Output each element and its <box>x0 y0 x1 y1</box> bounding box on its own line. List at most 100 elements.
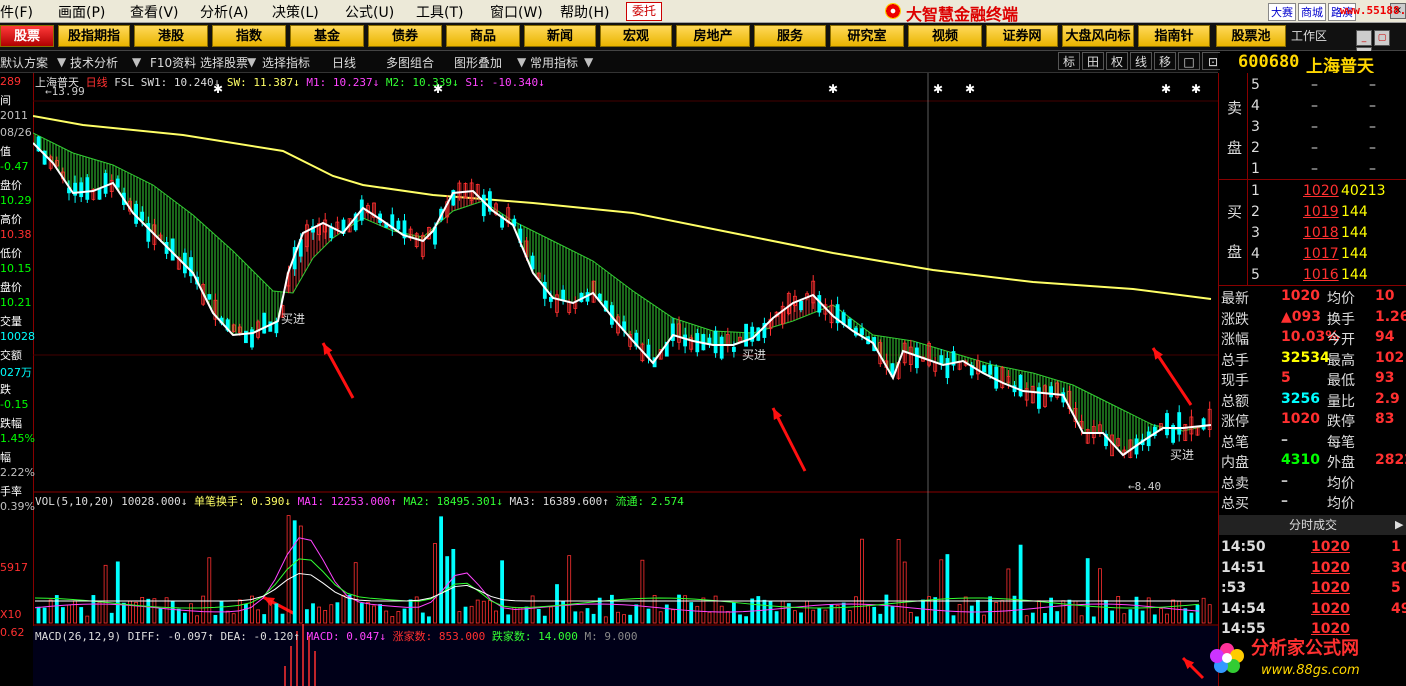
category-tab[interactable]: 股指期指 <box>58 25 130 47</box>
toolbar-item[interactable]: F10资料 <box>150 54 196 71</box>
left-axis-value: 0.39% <box>0 500 35 513</box>
high-price-value: 13.99 <box>51 85 85 98</box>
quick-link[interactable]: 商城 <box>1298 3 1326 21</box>
category-tab[interactable]: 新闻 <box>524 25 596 47</box>
volume-bar <box>1201 597 1206 624</box>
left-axis-value: 289 <box>0 75 21 88</box>
dropdown-arrow-icon[interactable]: ▼ <box>57 55 66 69</box>
left-axis-scale: X10 <box>0 608 22 621</box>
macd-down-count: 跌家数: 14.000 <box>491 630 578 643</box>
expand-arrow-icon[interactable]: ▶ <box>1395 518 1403 531</box>
category-tab[interactable]: 房地产 <box>676 25 750 47</box>
sell-label: 盘 <box>1227 139 1243 157</box>
volume-bar <box>640 559 645 624</box>
menu-item[interactable]: 查看(V) <box>130 2 179 22</box>
volume: 1 <box>1391 539 1401 555</box>
dropdown-arrow-icon[interactable]: ▼ <box>517 55 526 69</box>
label: 现手 <box>1221 373 1249 389</box>
toolbar-item[interactable]: 选择指标 <box>262 54 310 71</box>
volume-bar <box>176 608 181 624</box>
menu-item[interactable]: 分析(A) <box>200 2 249 22</box>
volume-bar <box>774 611 779 624</box>
category-tab[interactable]: 研究室 <box>830 25 904 47</box>
dropdown-arrow-icon[interactable]: ▼ <box>584 55 593 69</box>
category-tab[interactable]: 证券网 <box>986 25 1058 47</box>
left-axis-value: 幅 <box>0 451 11 464</box>
volume-bar <box>585 608 590 624</box>
trades-header[interactable]: 分时成交 <box>1219 515 1406 535</box>
volume-bar <box>1037 600 1041 624</box>
volume-bar <box>1122 613 1127 624</box>
minimize-icon[interactable]: _ <box>1356 30 1372 46</box>
toolbar-item[interactable]: 多图组合 <box>386 54 434 71</box>
value: 4310 <box>1281 452 1320 468</box>
buy-label: 买 <box>1227 203 1243 221</box>
toolbar-item[interactable]: 技术分析 <box>70 54 118 71</box>
dropdown-arrow-icon[interactable]: ▼ <box>132 55 141 69</box>
category-tab[interactable]: 股票 <box>0 25 54 47</box>
menu-item[interactable]: 画面(P) <box>58 2 105 22</box>
value: 1020 <box>1281 411 1320 427</box>
volume-bar <box>67 604 71 624</box>
toolbar-item[interactable]: 常用指标 <box>530 54 578 71</box>
volume-bar <box>103 564 108 624</box>
chart-tool-button[interactable]: 标 <box>1058 52 1080 70</box>
chart-tool-button[interactable]: □ <box>1178 52 1200 70</box>
label: 均价 <box>1327 291 1355 307</box>
left-axis-value: 10.15 <box>0 262 32 275</box>
level: 2 <box>1251 140 1260 156</box>
volume-bars <box>36 515 1212 624</box>
left-axis-value: 盘价 <box>0 179 22 192</box>
restore-icon[interactable]: ▢ <box>1374 30 1390 46</box>
volume-bar <box>805 600 809 624</box>
volume-bar <box>122 602 126 624</box>
chart-tool-button[interactable]: 线 <box>1130 52 1152 70</box>
category-tab[interactable]: 股票池 <box>1216 25 1286 47</box>
volume-bar <box>1195 604 1200 624</box>
workzone-label[interactable]: 工作区 <box>1291 27 1327 44</box>
toolbar-item[interactable]: 默认方案 <box>0 54 48 71</box>
category-tab[interactable]: 指数 <box>212 25 286 47</box>
value: 5 <box>1281 370 1291 386</box>
category-tab[interactable]: 债券 <box>368 25 442 47</box>
macd-legend: MACD(26,12,9) DIFF: -0.097↑ DEA: -0.120↑… <box>35 628 637 644</box>
candle-body <box>915 347 919 369</box>
category-tab[interactable]: 服务 <box>754 25 826 47</box>
category-tab[interactable]: 港股 <box>134 25 208 47</box>
category-tab[interactable]: 商品 <box>446 25 520 47</box>
left-axis-value: 10.38 <box>0 228 32 241</box>
label: 总手 <box>1221 352 1249 369</box>
menu-item[interactable]: 件(F) <box>0 2 33 22</box>
volume-bar <box>506 614 511 624</box>
entrust-button[interactable]: 委托 <box>626 2 662 21</box>
quote-row: 现手 5 最低 93 <box>1219 368 1406 389</box>
chart-tool-button[interactable]: 田 <box>1082 52 1104 70</box>
menu-item[interactable]: 帮助(H) <box>560 2 609 22</box>
menu-item[interactable]: 窗口(W) <box>490 2 543 22</box>
volume-bar <box>195 615 200 624</box>
price: 1020 <box>1303 183 1339 199</box>
category-tab[interactable]: 基金 <box>290 25 364 47</box>
menu-item[interactable]: 工具(T) <box>416 2 463 22</box>
volume-bar <box>48 599 53 624</box>
category-tab[interactable]: 视频 <box>908 25 982 47</box>
category-tab[interactable]: 指南针 <box>1138 25 1210 47</box>
toolbar-item[interactable]: 图形叠加 <box>454 54 502 71</box>
category-tab[interactable]: 大盘风向标 <box>1062 25 1134 47</box>
candle-body <box>860 328 864 335</box>
category-tab[interactable]: 宏观 <box>600 25 672 47</box>
chart-tool-button[interactable]: 权 <box>1106 52 1128 70</box>
quick-link[interactable]: 大赛 <box>1268 3 1296 21</box>
quote-row: 涨跌 ▲093 换手 1.26 <box>1219 307 1406 328</box>
dropdown-arrow-icon[interactable]: ▼ <box>247 55 256 69</box>
kline-chart[interactable]: ✱ ✱ ✱ ✱ ✱ ✱ ✱ <box>33 73 1218 686</box>
level: 5 <box>1251 77 1260 93</box>
menu-item[interactable]: 公式(U) <box>345 2 394 22</box>
toolbar-item[interactable]: 日线 <box>332 54 356 71</box>
volume-bar <box>207 557 212 624</box>
menu-item[interactable]: 决策(L) <box>272 2 319 22</box>
level: 3 <box>1251 225 1260 241</box>
chart-tool-button[interactable]: 移 <box>1154 52 1176 70</box>
volume-bar <box>91 595 96 624</box>
toolbar-item[interactable]: 选择股票 <box>200 54 248 71</box>
